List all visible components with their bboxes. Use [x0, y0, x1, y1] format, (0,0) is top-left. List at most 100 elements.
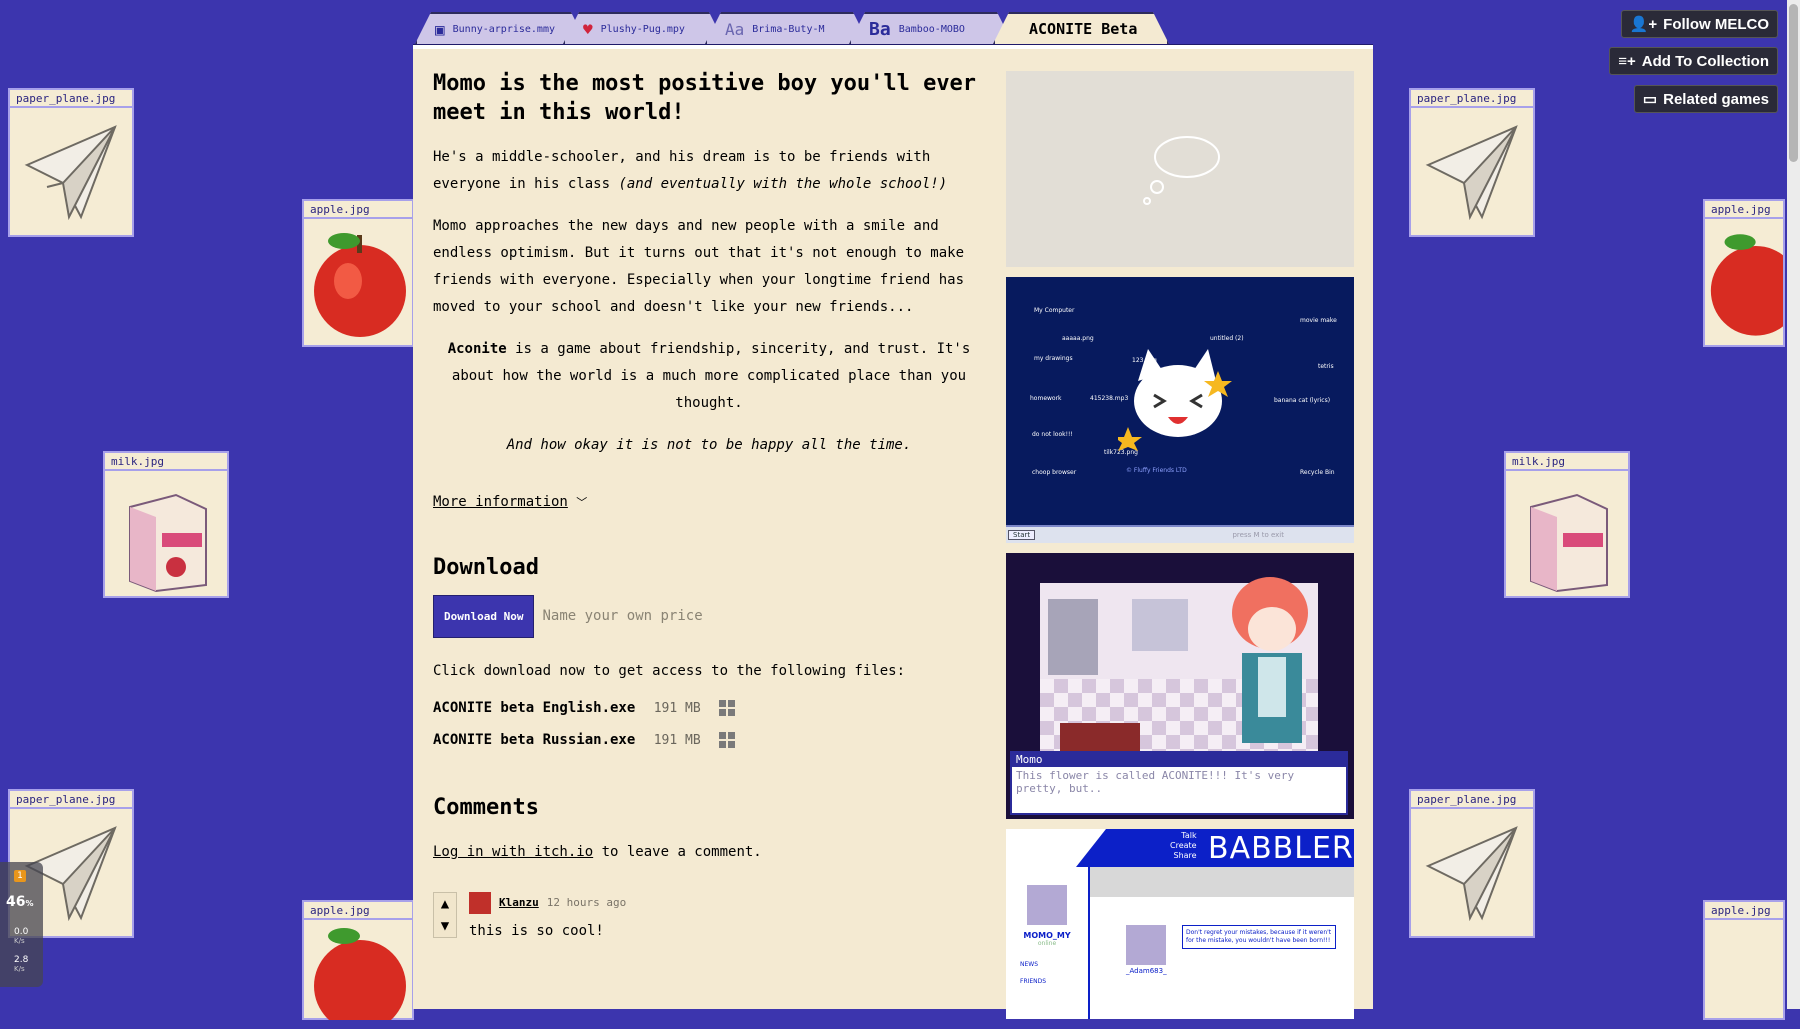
desktop-icon: banana cat (lyrics) [1274, 397, 1331, 404]
menu-item[interactable]: Create [1170, 841, 1197, 851]
follow-button[interactable]: 👤+ Follow MELCO [1620, 10, 1778, 38]
tray-hint: press M to exit [1232, 531, 1284, 539]
tab-aconite[interactable]: ACONITE Beta [993, 12, 1169, 44]
cpu-percent: 46% [6, 894, 34, 910]
playlist-add-icon: ≡+ [1618, 52, 1636, 70]
game-name: Aconite [447, 341, 507, 357]
comment-body: Klanzu 12 hours ago this is so cool! [469, 892, 626, 945]
tab-bunny[interactable]: ▣ Bunny-arprise.mmy [415, 12, 587, 44]
milk-carton-image [1506, 473, 1628, 596]
bird-logo-icon [1006, 829, 1106, 867]
window-caption: apple.jpg [304, 201, 412, 219]
login-link[interactable]: Log in with itch.io [433, 844, 593, 860]
profile-name: MOMO_MY [1023, 931, 1071, 940]
window-caption: apple.jpg [304, 902, 412, 920]
thought-bubble-icon [1143, 136, 1220, 205]
notification-badge: 1 [14, 870, 26, 882]
start-button[interactable]: Start [1008, 530, 1036, 540]
milk-window: milk.jpg [103, 451, 229, 598]
tab-brima[interactable]: Aa Brima-Buty-M [705, 12, 869, 44]
taskbar: Start press M to exit [1006, 525, 1354, 543]
more-information-link[interactable]: More information [433, 494, 568, 510]
paper-plane-window: paper_plane.jpg [8, 88, 134, 237]
table-shape [1060, 723, 1140, 751]
nav-friends[interactable]: FRIENDS [1020, 978, 1088, 985]
tab-bamboo[interactable]: Ba Bamboo-MOBO [849, 12, 1013, 44]
apple-window: apple.jpg [1703, 900, 1785, 1020]
screenshots-column: My Computer aaaaa.png my drawings 123.pn… [1006, 71, 1354, 1029]
percent-sign: % [25, 899, 34, 908]
comment-text: this is so cool! [469, 923, 604, 939]
add-to-collection-button[interactable]: ≡+ Add To Collection [1609, 47, 1778, 75]
dialog-line: This flower is called ACONITE!!! It's ve… [1016, 769, 1295, 795]
avatar[interactable] [469, 892, 491, 914]
description-paragraph: And how okay it is not to be happy all t… [433, 432, 985, 459]
babbler-menu: Talk Create Share [1170, 831, 1197, 861]
game-title: Momo is the most positive boy you'll eve… [433, 71, 977, 125]
related-label: Related games [1663, 90, 1769, 108]
desktop-icon: Recycle Bin [1300, 469, 1335, 476]
upvote-icon[interactable]: ▲ [441, 897, 449, 911]
download-heading: Download [433, 555, 539, 580]
comment-header: Klanzu 12 hours ago [469, 892, 626, 914]
apple-image [304, 922, 412, 1020]
related-games-button[interactable]: ▭ Related games [1633, 85, 1778, 113]
upload-value: 0.0 [14, 927, 29, 937]
dialog-speaker: Momo [1012, 753, 1346, 767]
price-input[interactable]: Name your own price [542, 603, 702, 630]
download-row: Download Now Name your own price [433, 595, 985, 638]
screenshot-dialog[interactable]: Momo This flower is called ACONITE!!! It… [1006, 553, 1354, 819]
game-page: Momo is the most positive boy you'll eve… [413, 49, 1373, 1019]
apple-window: apple.jpg [302, 199, 414, 347]
post-text: Don't regret your mistakes, because if i… [1182, 925, 1336, 949]
screenshot-thought[interactable] [1006, 71, 1354, 267]
unit: K/s [14, 965, 25, 973]
upload-speed: 0.0 K/s [14, 928, 28, 946]
vote-box: ▲ ▼ [433, 892, 457, 938]
tab-label: Brima-Buty-M [752, 23, 825, 35]
desktop-footer: © Fluffy Friends LTD [1126, 467, 1187, 474]
description-paragraph: Momo approaches the new days and new peo… [433, 218, 965, 315]
menu-item[interactable]: Talk [1170, 831, 1196, 841]
map-icon: ▭ [1642, 91, 1658, 108]
file-name: ACONITE beta Russian.exe [433, 732, 636, 748]
desktop-icon: aaaaa.png [1062, 335, 1094, 342]
post-user: _Adam683_ [1126, 967, 1167, 975]
apple-image [1705, 221, 1783, 345]
percent-value: 46 [6, 894, 26, 910]
text-emphasis: And how okay it is not to be happy all t… [506, 437, 912, 453]
description-column: Momo is the most positive boy you'll eve… [433, 69, 985, 945]
paper-plane-image [1411, 110, 1533, 235]
more-information-toggle[interactable]: More information ﹀ [433, 489, 985, 516]
milk-window: milk.jpg [1504, 451, 1630, 598]
desktop-icon: tetris [1318, 363, 1334, 370]
text-span: is a game about friendship, sincerity, a… [451, 341, 971, 411]
heart-icon: ♥ [583, 19, 593, 39]
menu-item[interactable]: Share [1170, 851, 1197, 861]
comment-author[interactable]: Klanzu [499, 893, 539, 913]
scrollbar-thumb[interactable] [1789, 4, 1798, 162]
download-now-button[interactable]: Download Now [433, 595, 535, 638]
page-scrollbar[interactable] [1787, 0, 1800, 1009]
file-size: 191 MB [653, 701, 701, 716]
window-caption: paper_plane.jpg [10, 90, 132, 108]
downvote-icon[interactable]: ▼ [441, 919, 449, 933]
desktop-icon: choop browser [1032, 469, 1077, 476]
tab-label: ACONITE Beta [1029, 20, 1138, 38]
fridge-shape [1048, 599, 1098, 675]
tab-plushy[interactable]: ♥ Plushy-Pug.mpy [563, 12, 725, 44]
screenshot-desktop[interactable]: My Computer aaaaa.png my drawings 123.pn… [1006, 277, 1354, 543]
tab-label: Bunny-arprise.mmy [452, 23, 555, 35]
babbler-banner [1090, 867, 1354, 897]
nav-news[interactable]: NEWS [1020, 961, 1088, 968]
window-caption: paper_plane.jpg [1411, 791, 1533, 809]
computer-icon: ▣ [435, 19, 445, 39]
window-shape [1132, 599, 1188, 651]
collection-label: Add To Collection [1641, 52, 1769, 70]
screenshot-babbler[interactable]: Talk Create Share BABBLER MOMO_MY online… [1006, 829, 1354, 1019]
window-caption: paper_plane.jpg [1411, 90, 1533, 108]
add-user-icon: 👤+ [1629, 16, 1658, 33]
file-name: ACONITE beta English.exe [433, 700, 636, 716]
download-speed: 2.8 K/s [14, 956, 28, 974]
file-row: ACONITE beta English.exe 191 MB [433, 695, 985, 722]
